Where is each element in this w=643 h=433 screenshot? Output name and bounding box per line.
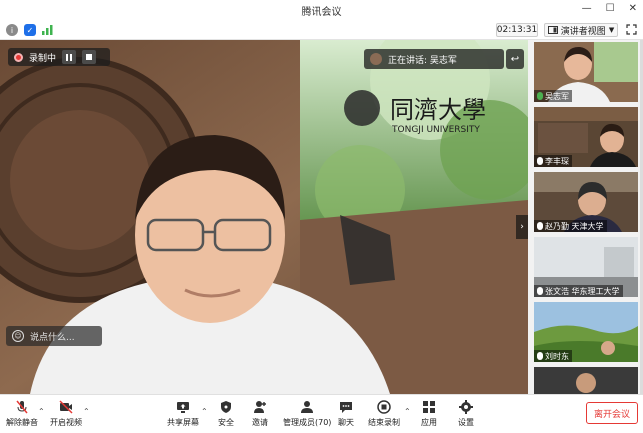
chat-label: 聊天 [338, 418, 354, 427]
participant-name: 刘时东 [545, 351, 569, 361]
members-icon [301, 401, 314, 413]
stop-icon [86, 54, 93, 60]
return-button[interactable]: ↩ [506, 49, 524, 69]
pause-recording-button[interactable] [62, 50, 77, 64]
apps-grid-icon [423, 401, 435, 413]
mic-muted-icon [16, 400, 28, 414]
university-logo-subtext: TONGJI UNIVERSITY [391, 125, 480, 135]
stop-recording-button[interactable] [82, 50, 97, 64]
share-screen-icon [177, 402, 189, 413]
participant-name-tag: 李丰琛 [534, 155, 572, 167]
gear-icon [459, 400, 473, 414]
close-icon[interactable]: ✕ [629, 3, 637, 14]
participant-name: 张文浩 华东理工大学 [545, 286, 620, 296]
shield-icon [221, 401, 231, 413]
info-icon[interactable]: i [6, 24, 18, 36]
chevron-right-icon: › [520, 222, 524, 232]
chat-icon [340, 402, 352, 413]
participant-name-tag: 赵乃勤 天津大学 [534, 220, 607, 232]
participant-name-tag: 张文浩 华东理工大学 [534, 285, 623, 297]
apps-label: 应用 [421, 418, 437, 427]
record-stop-icon [377, 400, 391, 414]
signal-icon[interactable] [42, 25, 54, 35]
mic-icon [537, 287, 543, 295]
apps-button[interactable]: 应用 [421, 400, 437, 428]
start-video-button[interactable]: 开启视频 [50, 400, 82, 428]
manage-members-label: 管理成员(70) [283, 418, 332, 427]
participant-gallery: 吴志军 李丰琛 赵乃勤 天津大学 张文浩 华东理工大学 刘时东 [528, 40, 643, 394]
window-controls: — ☐ ✕ [582, 3, 637, 14]
participant-tile[interactable]: 赵乃勤 天津大学 [534, 172, 638, 232]
participant-name-tag: 吴志军 [534, 90, 572, 102]
chevron-down-icon: ▼ [608, 26, 615, 34]
window-title: 腾讯会议 [301, 6, 342, 18]
record-dot-icon [14, 52, 23, 62]
pause-icon [66, 53, 73, 61]
minimize-icon[interactable]: — [582, 3, 592, 14]
mic-icon [537, 222, 543, 230]
fullscreen-icon[interactable] [626, 24, 637, 35]
invite-button[interactable]: 邀请 [252, 400, 268, 428]
security-button[interactable]: 安全 [218, 400, 234, 428]
participant-name: 赵乃勤 天津大学 [545, 221, 604, 231]
participant-name-tag: 刘时东 [534, 350, 572, 362]
mic-icon [537, 352, 543, 360]
camera-off-icon [59, 400, 73, 414]
unmute-label: 解除静音 [6, 418, 38, 427]
chevron-up-icon[interactable]: ⌃ [201, 407, 208, 416]
view-mode-dropdown[interactable]: 演讲者视图 ▼ [544, 23, 618, 37]
participant-tile[interactable]: 吴志军 [534, 42, 638, 102]
app-window: 腾讯会议 — ☐ ✕ i ✓ 02:13:31 演讲者视图 ▼ 同濟大學 TON… [0, 0, 643, 433]
invite-label: 邀请 [252, 418, 268, 427]
share-screen-button[interactable]: 共享屏幕 [167, 400, 199, 428]
start-video-label: 开启视频 [50, 418, 82, 427]
collapse-gallery-button[interactable]: › [516, 215, 528, 239]
chat-button[interactable]: 聊天 [338, 400, 354, 428]
recording-label: 录制中 [29, 53, 57, 64]
manage-members-button[interactable]: 管理成员(70) [283, 400, 331, 428]
chat-placeholder: 说点什么... [30, 332, 75, 343]
meeting-toolbar: 解除静音 ⌃ 开启视频 ⌃ 共享屏幕 ⌃ 安全 邀请 管理成员(70) 聊天 结… [0, 394, 643, 433]
participant-tile[interactable] [534, 367, 638, 394]
speaking-label: 正在讲话: 吴志军 [388, 55, 457, 66]
info-bar: i ✓ 02:13:31 演讲者视图 ▼ [0, 20, 643, 40]
add-user-icon [254, 401, 266, 413]
settings-label: 设置 [458, 418, 474, 427]
participant-tile[interactable]: 李丰琛 [534, 107, 638, 167]
leave-meeting-button[interactable]: 离开会议 [586, 402, 638, 424]
stop-recording-label: 结束录制 [368, 418, 400, 427]
view-mode-label: 演讲者视图 [560, 26, 606, 37]
speaker-avatar [370, 53, 382, 65]
active-speaker-indicator: 正在讲话: 吴志军 [364, 49, 504, 69]
unmute-button[interactable]: 解除静音 [6, 400, 38, 428]
chevron-up-icon[interactable]: ⌃ [83, 407, 90, 416]
title-bar: 腾讯会议 — ☐ ✕ [0, 0, 643, 20]
settings-button[interactable]: 设置 [458, 400, 474, 428]
layout-icon [547, 26, 558, 34]
stop-recording-toolbar-button[interactable]: 结束录制 [368, 400, 400, 428]
chevron-up-icon[interactable]: ⌃ [404, 407, 411, 416]
mic-icon [537, 157, 543, 165]
participant-avatar [576, 373, 596, 393]
shield-icon[interactable]: ✓ [24, 24, 36, 36]
return-icon: ↩ [510, 53, 520, 65]
recording-indicator: 录制中 [8, 48, 110, 66]
chevron-up-icon[interactable]: ⌃ [38, 407, 45, 416]
participant-name: 李丰琛 [545, 156, 569, 166]
maximize-icon[interactable]: ☐ [606, 3, 615, 14]
participant-name: 吴志军 [545, 91, 569, 101]
meeting-timer: 02:13:31 [496, 23, 538, 37]
participant-tile[interactable]: 张文浩 华东理工大学 [534, 237, 638, 297]
security-label: 安全 [218, 418, 234, 427]
quick-chat-input[interactable]: ☺ 说点什么... [6, 326, 102, 346]
main-speaker-video: 同濟大學 TONGJI UNIVERSITY 录制中 正在讲话: 吴志军 ↩ ☺… [0, 40, 528, 394]
participant-tile[interactable]: 刘时东 [534, 302, 638, 362]
university-logo-text: 同濟大學 [390, 96, 486, 124]
mic-icon [537, 92, 543, 100]
emoji-icon[interactable]: ☺ [12, 330, 24, 342]
share-screen-label: 共享屏幕 [167, 418, 199, 427]
